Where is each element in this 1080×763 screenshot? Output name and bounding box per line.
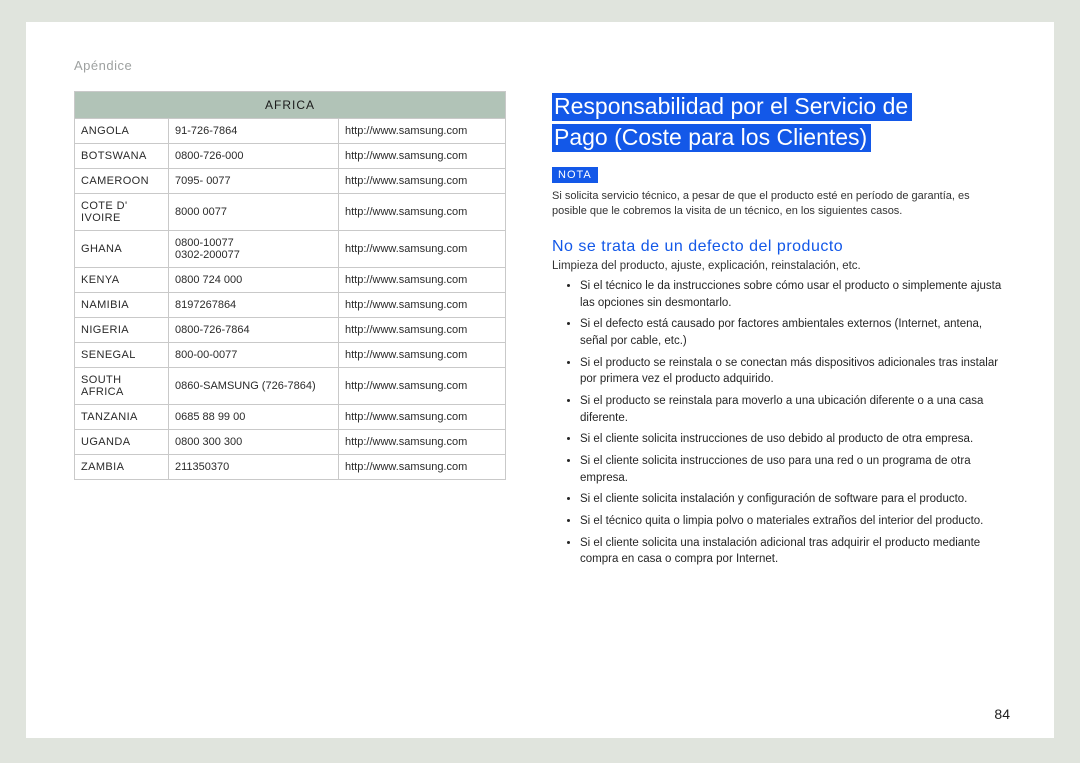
title-line-1: Responsabilidad por el Servicio de: [552, 93, 912, 121]
title-line-2: Pago (Coste para los Clientes): [552, 124, 871, 152]
lead-text: Limpieza del producto, ajuste, explicaci…: [552, 260, 1006, 272]
table-row: BOTSWANA0800-726-000http://www.samsung.c…: [75, 144, 506, 169]
table-header: AFRICA: [75, 92, 506, 119]
phone-cell: 8000 0077: [169, 194, 339, 231]
phone-cell: 0800-726-7864: [169, 318, 339, 343]
url-cell: http://www.samsung.com: [339, 231, 506, 268]
document-page: Apéndice AFRICA ANGOLA91-726-7864http://…: [26, 22, 1054, 738]
country-cell: BOTSWANA: [75, 144, 169, 169]
bullet-list: Si el técnico le da instrucciones sobre …: [552, 278, 1006, 568]
contact-table: AFRICA ANGOLA91-726-7864http://www.samsu…: [74, 91, 506, 480]
country-cell: NIGERIA: [75, 318, 169, 343]
sub-heading: No se trata de un defecto del producto: [552, 238, 1006, 256]
phone-cell: 0800 724 000: [169, 268, 339, 293]
country-cell: TANZANIA: [75, 405, 169, 430]
nota-text: Si solicita servicio técnico, a pesar de…: [552, 189, 1006, 220]
left-column: AFRICA ANGOLA91-726-7864http://www.samsu…: [74, 91, 506, 573]
country-cell: SOUTH AFRICA: [75, 368, 169, 405]
country-cell: COTE D' IVOIRE: [75, 194, 169, 231]
phone-cell: 0800-726-000: [169, 144, 339, 169]
section-label: Apéndice: [74, 58, 1006, 73]
list-item: Si el técnico quita o limpia polvo o mat…: [580, 513, 1006, 530]
country-cell: KENYA: [75, 268, 169, 293]
phone-cell: 8197267864: [169, 293, 339, 318]
phone-cell: 0800 300 300: [169, 430, 339, 455]
table-row: SENEGAL800-00-0077http://www.samsung.com: [75, 343, 506, 368]
table-row: COTE D' IVOIRE8000 0077http://www.samsun…: [75, 194, 506, 231]
country-cell: NAMIBIA: [75, 293, 169, 318]
table-row: SOUTH AFRICA0860-SAMSUNG (726-7864)http:…: [75, 368, 506, 405]
table-row: NAMIBIA8197267864http://www.samsung.com: [75, 293, 506, 318]
table-row: ZAMBIA211350370http://www.samsung.com: [75, 455, 506, 480]
list-item: Si el cliente solicita instrucciones de …: [580, 453, 1006, 486]
phone-cell: 800-00-0077: [169, 343, 339, 368]
phone-cell: 0685 88 99 00: [169, 405, 339, 430]
list-item: Si el producto se reinstala para moverlo…: [580, 393, 1006, 426]
list-item: Si el cliente solicita instrucciones de …: [580, 431, 1006, 448]
table-row: CAMEROON7095- 0077http://www.samsung.com: [75, 169, 506, 194]
url-cell: http://www.samsung.com: [339, 343, 506, 368]
page-number: 84: [994, 706, 1010, 722]
url-cell: http://www.samsung.com: [339, 405, 506, 430]
right-column: Responsabilidad por el Servicio de Pago …: [552, 91, 1006, 573]
list-item: Si el defecto está causado por factores …: [580, 316, 1006, 349]
phone-cell: 7095- 0077: [169, 169, 339, 194]
list-item: Si el cliente solicita una instalación a…: [580, 535, 1006, 568]
country-cell: SENEGAL: [75, 343, 169, 368]
list-item: Si el cliente solicita instalación y con…: [580, 491, 1006, 508]
two-column-layout: AFRICA ANGOLA91-726-7864http://www.samsu…: [74, 91, 1006, 573]
list-item: Si el técnico le da instrucciones sobre …: [580, 278, 1006, 311]
country-cell: UGANDA: [75, 430, 169, 455]
url-cell: http://www.samsung.com: [339, 368, 506, 405]
phone-cell: 0800-10077 0302-200077: [169, 231, 339, 268]
table-row: ANGOLA91-726-7864http://www.samsung.com: [75, 119, 506, 144]
url-cell: http://www.samsung.com: [339, 318, 506, 343]
url-cell: http://www.samsung.com: [339, 194, 506, 231]
phone-cell: 0860-SAMSUNG (726-7864): [169, 368, 339, 405]
list-item: Si el producto se reinstala o se conecta…: [580, 355, 1006, 388]
main-title: Responsabilidad por el Servicio de Pago …: [552, 91, 1006, 153]
url-cell: http://www.samsung.com: [339, 455, 506, 480]
country-cell: ANGOLA: [75, 119, 169, 144]
country-cell: ZAMBIA: [75, 455, 169, 480]
nota-badge: NOTA: [552, 167, 598, 183]
table-row: UGANDA0800 300 300http://www.samsung.com: [75, 430, 506, 455]
url-cell: http://www.samsung.com: [339, 169, 506, 194]
url-cell: http://www.samsung.com: [339, 268, 506, 293]
phone-cell: 91-726-7864: [169, 119, 339, 144]
url-cell: http://www.samsung.com: [339, 144, 506, 169]
table-row: TANZANIA0685 88 99 00http://www.samsung.…: [75, 405, 506, 430]
table-row: KENYA0800 724 000http://www.samsung.com: [75, 268, 506, 293]
table-row: NIGERIA0800-726-7864http://www.samsung.c…: [75, 318, 506, 343]
table-row: GHANA0800-10077 0302-200077http://www.sa…: [75, 231, 506, 268]
country-cell: GHANA: [75, 231, 169, 268]
country-cell: CAMEROON: [75, 169, 169, 194]
url-cell: http://www.samsung.com: [339, 430, 506, 455]
url-cell: http://www.samsung.com: [339, 293, 506, 318]
phone-cell: 211350370: [169, 455, 339, 480]
url-cell: http://www.samsung.com: [339, 119, 506, 144]
